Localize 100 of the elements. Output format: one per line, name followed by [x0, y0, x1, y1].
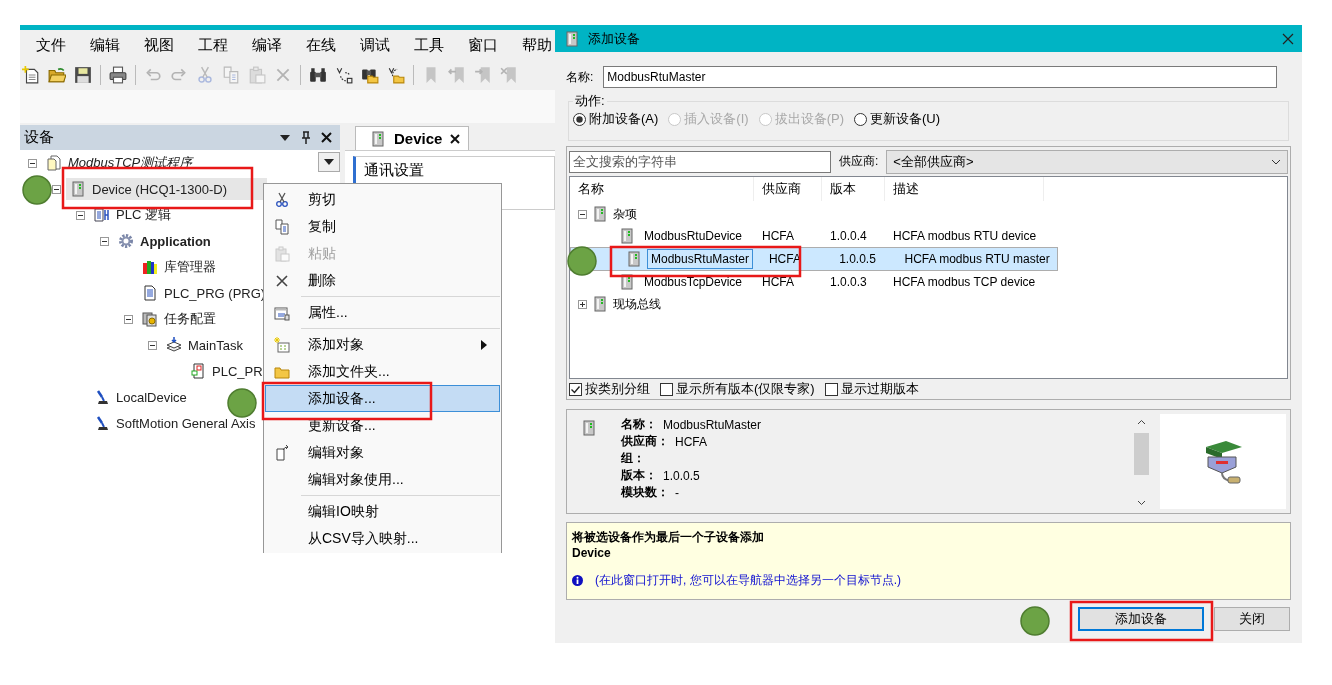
- radio-button[interactable]: [853, 112, 867, 126]
- menu-item[interactable]: 属性...: [265, 299, 500, 326]
- step-marker: [22, 175, 52, 205]
- device-icon: [626, 251, 642, 268]
- name-field[interactable]: ModbusRtuMaster: [603, 66, 1277, 88]
- collapse-toggle[interactable]: [124, 314, 133, 324]
- dropdown-icon[interactable]: [279, 133, 291, 142]
- table-row[interactable]: ModbusTcpDevice HCFA 1.0.0.3 HCFA modbus TCP device: [570, 271, 1044, 294]
- info-text: (在此窗口打开时, 您可以在导航器中选择另一个目标节点.): [595, 572, 901, 589]
- menu-item[interactable]: 剪切: [265, 186, 500, 213]
- device-icon: [592, 296, 608, 313]
- dropdown-button[interactable]: [318, 152, 340, 172]
- menu-item[interactable]: 文件: [36, 35, 66, 55]
- tree-item[interactable]: PLC_PR: [186, 360, 267, 382]
- editor-tab[interactable]: Device: [355, 126, 470, 150]
- checkbox-label: 显示所有版本(仅限专家): [676, 380, 815, 399]
- menu-item[interactable]: 工具: [414, 35, 444, 55]
- menu-item[interactable]: 编辑对象: [265, 439, 500, 466]
- collapse-toggle[interactable]: [148, 340, 157, 350]
- collapse-toggle[interactable]: [578, 209, 587, 219]
- gear-box-icon: [142, 311, 158, 327]
- info-icon: [572, 575, 583, 586]
- menu-item[interactable]: 编辑IO映射: [265, 498, 500, 525]
- close-icon[interactable]: [321, 132, 332, 143]
- binoculars-folder-icon[interactable]: [361, 66, 379, 84]
- radio-label: 拔出设备(P): [774, 110, 844, 128]
- tree-item[interactable]: PLC 逻辑: [90, 203, 175, 227]
- table-cell: HCFA: [768, 252, 801, 267]
- dialog-button[interactable]: 关闭: [1214, 607, 1290, 631]
- tree-item[interactable]: LocalDevice: [90, 386, 191, 408]
- menu-item[interactable]: 调试: [360, 35, 390, 55]
- printer-icon[interactable]: [109, 66, 127, 84]
- pin-icon[interactable]: [301, 131, 311, 144]
- detail-label: 组：: [621, 450, 645, 467]
- menu-item[interactable]: 添加文件夹...: [265, 358, 500, 385]
- radio-label: 插入设备(I): [684, 110, 749, 128]
- table-cell: 1.0.0.4: [830, 229, 867, 244]
- collapse-toggle[interactable]: [100, 236, 109, 246]
- dialog-title: 添加设备: [588, 29, 641, 48]
- open-folder-icon[interactable]: [48, 66, 66, 84]
- collapse-toggle[interactable]: [52, 184, 61, 194]
- menu-item[interactable]: 编辑: [90, 35, 120, 55]
- device-icon: [564, 30, 580, 47]
- chevron-icon: [1271, 158, 1281, 165]
- close-icon[interactable]: [450, 133, 461, 144]
- table-cell: HCFA modbus RTU master: [904, 252, 1050, 267]
- checkbox[interactable]: [569, 382, 582, 396]
- table-row[interactable]: 杂项: [570, 203, 1044, 226]
- caret-icon: [324, 159, 334, 165]
- menu-item[interactable]: 编译: [252, 35, 282, 55]
- menu-item[interactable]: 在线: [306, 35, 336, 55]
- column-header[interactable]: 版本: [830, 180, 856, 199]
- tree-item[interactable]: Application: [114, 230, 215, 252]
- collapse-toggle[interactable]: [28, 158, 37, 168]
- search-field[interactable]: 全文搜索的字符串: [569, 150, 831, 173]
- tree-item[interactable]: MainTask: [162, 334, 247, 356]
- tree-item[interactable]: 任务配置: [138, 307, 220, 331]
- dialog-button[interactable]: 添加设备: [1078, 607, 1204, 631]
- delete-icon: [274, 272, 290, 289]
- new-file-icon[interactable]: [22, 66, 40, 84]
- panel-title: 设备: [24, 128, 55, 147]
- detail-value: ModbusRtuMaster: [663, 417, 762, 432]
- close-icon[interactable]: [1282, 32, 1294, 45]
- menu-item[interactable]: 编辑对象使用...: [265, 466, 500, 493]
- checkbox[interactable]: [660, 382, 673, 396]
- stack-icon: [166, 337, 182, 353]
- replace-folder-icon[interactable]: [387, 66, 405, 84]
- table-row[interactable]: ModbusRtuMaster HCFA 1.0.0.5 HCFA modbus RTU master: [570, 247, 1058, 272]
- tree-item[interactable]: 库管理器: [138, 255, 220, 279]
- table-row[interactable]: 现场总线: [570, 293, 1044, 316]
- column-header[interactable]: 名称: [578, 180, 604, 199]
- detail-label: 名称：: [621, 416, 657, 433]
- menu-item[interactable]: 帮助: [522, 35, 552, 55]
- table-cell: ModbusRtuMaster: [647, 249, 754, 270]
- radio-label: 更新设备(U): [869, 110, 940, 128]
- tree-item[interactable]: Device (HCQ1-1300-D): [66, 178, 268, 200]
- menu-item[interactable]: 删除: [265, 267, 500, 294]
- checkbox[interactable]: [824, 382, 838, 396]
- menu-item[interactable]: 从CSV导入映射...: [265, 525, 500, 552]
- collapse-toggle[interactable]: [76, 210, 85, 220]
- logic-icon: [94, 207, 110, 223]
- menu-item[interactable]: 复制: [265, 213, 500, 240]
- save-icon[interactable]: [74, 66, 92, 84]
- column-header[interactable]: 供应商: [762, 180, 801, 199]
- replace-icon[interactable]: [335, 66, 353, 84]
- tree-item[interactable]: SoftMotion General Axis: [90, 412, 260, 434]
- table-row[interactable]: ModbusRtuDevice HCFA 1.0.0.4 HCFA modbus RTU device: [570, 225, 1044, 248]
- expand-toggle[interactable]: [578, 299, 587, 309]
- column-header[interactable]: 描述: [893, 180, 919, 199]
- binoculars-icon[interactable]: [309, 66, 327, 84]
- menu-item[interactable]: 窗口: [468, 35, 498, 55]
- menu-item[interactable]: 添加对象: [265, 331, 500, 358]
- menu-item[interactable]: 工程: [198, 35, 228, 55]
- table-cell-text: ModbusRtuDevice: [643, 228, 744, 246]
- vendor-dropdown[interactable]: <全部供应商>: [886, 149, 1288, 174]
- checkbox-label: 显示过期版本: [840, 380, 919, 399]
- table-cell: 现场总线: [613, 295, 661, 313]
- menu-item[interactable]: 视图: [144, 35, 174, 55]
- radio-button[interactable]: [573, 112, 586, 126]
- menu-item[interactable]: 添加设备...: [265, 385, 500, 412]
